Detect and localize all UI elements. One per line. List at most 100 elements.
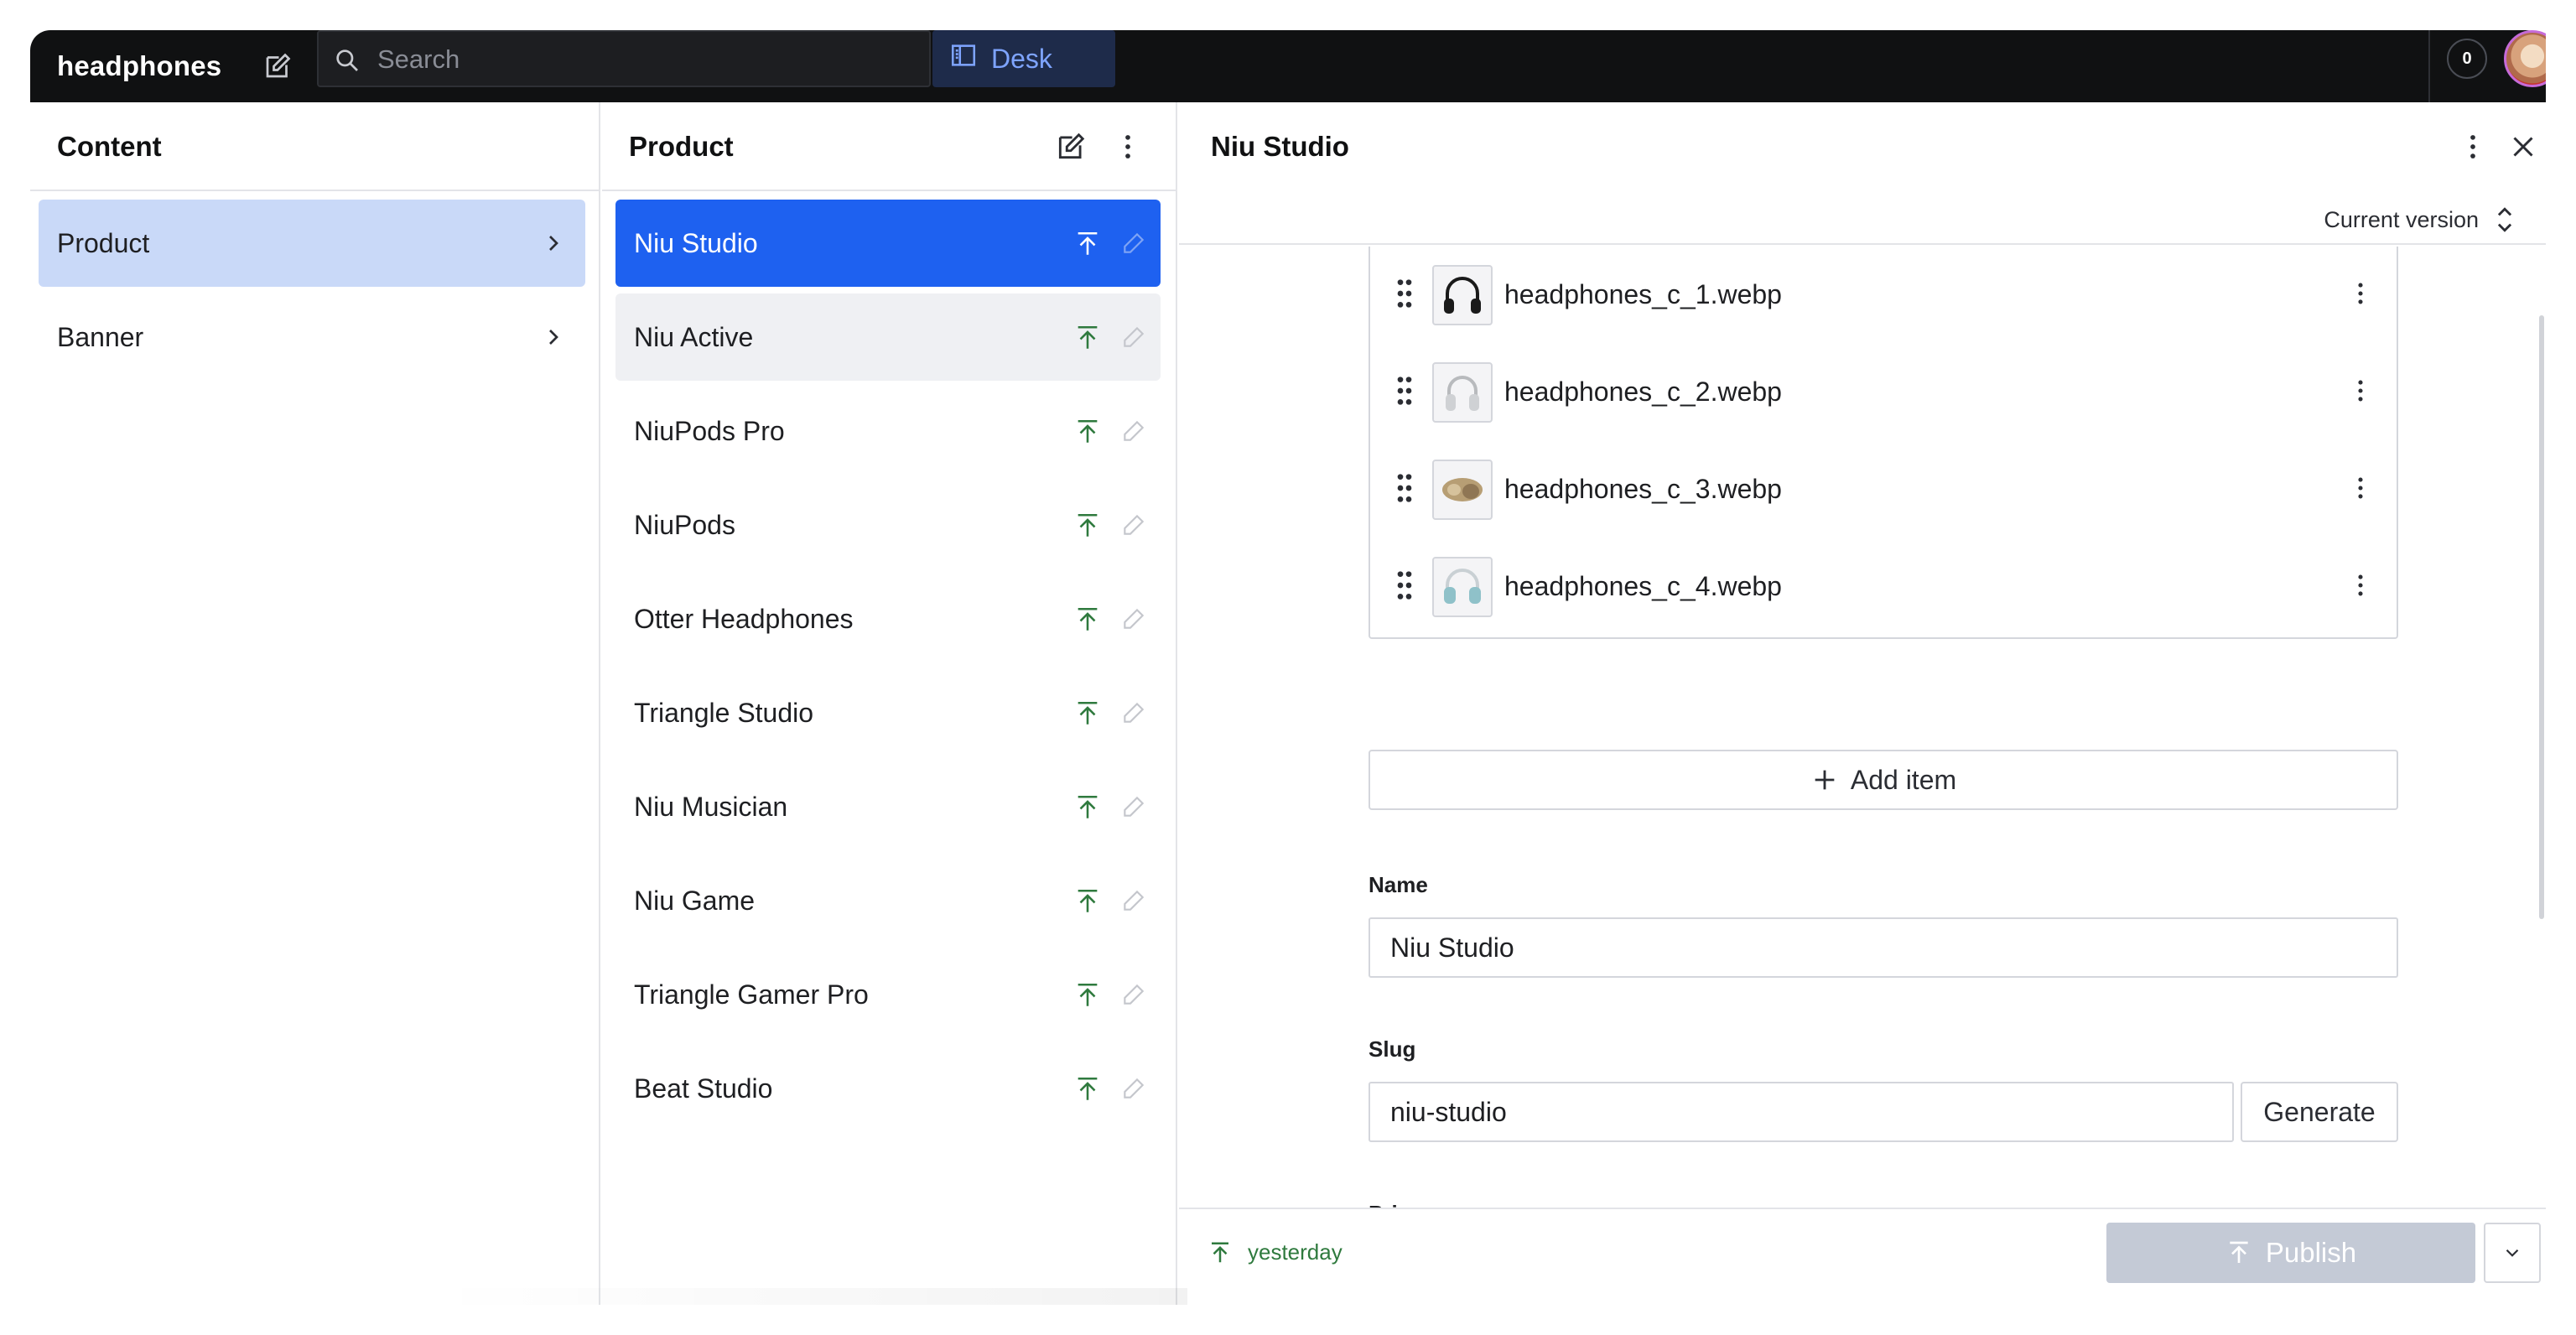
chevron-right-icon [549, 236, 558, 251]
plus-icon [1815, 770, 1835, 790]
image-filename: headphones_c_3.webp [1504, 474, 1782, 504]
published-icon [1078, 513, 1098, 537]
price-field-label: Price [1368, 1201, 1422, 1208]
chevron-up-down-icon [2497, 207, 2512, 232]
more-vertical-icon[interactable] [1104, 122, 1152, 171]
image-array-item[interactable]: headphones_c_4.webp [1370, 538, 2397, 634]
pane-title: Product [629, 131, 734, 162]
version-selector[interactable]: Current version [2324, 203, 2516, 236]
more-vertical-icon[interactable] [2346, 374, 2375, 408]
product-list-item[interactable]: Beat Studio [615, 1045, 1161, 1132]
compose-icon[interactable] [1046, 122, 1095, 171]
pencil-icon [1124, 1078, 1145, 1099]
add-item-button[interactable]: Add item [1368, 750, 2398, 810]
close-icon[interactable] [2499, 122, 2546, 171]
drag-handle-icon[interactable] [1390, 277, 1419, 310]
published-icon [1078, 231, 1098, 255]
image-filename: headphones_c_4.webp [1504, 571, 1782, 601]
published-icon [1078, 419, 1098, 443]
list-item-label: Niu Game [634, 885, 756, 916]
more-vertical-icon[interactable] [2346, 569, 2375, 602]
images-array-field: headphones_c_1.webp headphones_c_2.webphe… [1368, 247, 2398, 639]
published-icon [1212, 1242, 1228, 1262]
product-pane-header: Product [602, 102, 1176, 191]
product-list-item[interactable]: Triangle Gamer Pro [615, 951, 1161, 1038]
search-icon [330, 44, 364, 77]
pencil-icon [1124, 890, 1145, 911]
chevron-right-icon [549, 330, 558, 345]
document-form: headphones_c_1.webp headphones_c_2.webphe… [1179, 247, 2546, 1208]
list-item-label: Niu Studio [634, 227, 758, 258]
image-thumbnail [1432, 362, 1493, 423]
product-list-item[interactable]: Otter Headphones [615, 575, 1161, 662]
product-list-item[interactable]: Niu Studio [615, 200, 1161, 287]
desk-tool-button[interactable]: Desk [932, 30, 1115, 87]
published-icon [1078, 795, 1098, 818]
new-document-icon[interactable] [257, 45, 299, 87]
name-input[interactable]: Niu Studio [1368, 917, 2398, 978]
top-navbar: headphones Desk 0 [30, 30, 2546, 102]
image-filename: headphones_c_1.webp [1504, 279, 1782, 309]
image-array-item[interactable]: headphones_c_3.webp [1370, 441, 2397, 537]
list-item-label: Niu Musician [634, 791, 788, 822]
more-vertical-icon[interactable] [2346, 471, 2375, 505]
published-icon [1078, 1077, 1098, 1100]
product-list-item[interactable]: Triangle Studio [615, 669, 1161, 756]
desk-icon [949, 41, 978, 76]
pencil-icon [1124, 232, 1145, 253]
document-header: Niu Studio Current version [1179, 102, 2546, 245]
drag-handle-icon[interactable] [1390, 374, 1419, 408]
more-vertical-icon[interactable] [2449, 122, 2497, 171]
document-editor-pane: Niu Studio Current version headphones_c_… [1179, 102, 2546, 1305]
pencil-icon [1124, 326, 1145, 347]
published-icon [1078, 325, 1098, 349]
list-item-label: Product [57, 227, 150, 258]
image-filename: headphones_c_2.webp [1504, 377, 1782, 407]
product-list-item[interactable]: NiuPods [615, 481, 1161, 569]
slug-input[interactable]: niu-studio [1368, 1082, 2234, 1142]
chevron-down-icon [2506, 1249, 2519, 1257]
desk-label: Desk [991, 43, 1052, 74]
image-array-item[interactable]: headphones_c_2.webp [1370, 344, 2397, 439]
more-vertical-icon[interactable] [2346, 277, 2375, 310]
list-item-label: Otter Headphones [634, 603, 854, 634]
image-thumbnail [1432, 265, 1493, 325]
scrollbar-thumb[interactable] [2539, 315, 2544, 919]
published-icon [1078, 889, 1098, 912]
product-list-item[interactable]: NiuPods Pro [615, 387, 1161, 475]
image-thumbnail [1432, 460, 1493, 520]
pencil-icon [1124, 796, 1145, 817]
pane-title: Content [57, 131, 162, 162]
publish-button[interactable]: Publish [2106, 1223, 2475, 1283]
product-list-pane: Product Niu Studio Niu Active NiuPods Pro N… [602, 102, 1177, 1305]
published-icon [1078, 607, 1098, 631]
list-item-label: Beat Studio [634, 1073, 773, 1104]
drag-handle-icon[interactable] [1390, 569, 1419, 602]
bottom-shadow [433, 1288, 1187, 1305]
publish-icon [2230, 1241, 2248, 1263]
product-list-item[interactable]: Niu Game [615, 857, 1161, 944]
document-footer: yesterday Publish [1179, 1208, 2546, 1305]
product-list-item[interactable]: Niu Musician [615, 763, 1161, 850]
list-item-label: Banner [57, 321, 144, 352]
search-box[interactable] [317, 30, 931, 87]
product-list-item[interactable]: Niu Active [615, 293, 1161, 381]
list-item-label: Triangle Gamer Pro [634, 979, 869, 1010]
search-input[interactable] [377, 40, 914, 79]
user-avatar[interactable] [2504, 30, 2546, 87]
publish-label: Publish [2265, 1237, 2357, 1268]
document-title: Niu Studio [1211, 131, 1349, 162]
generate-slug-button[interactable]: Generate [2241, 1082, 2398, 1142]
drag-handle-icon[interactable] [1390, 471, 1419, 505]
notification-badge[interactable]: 0 [2447, 39, 2487, 79]
scrollbar[interactable] [2539, 247, 2544, 1208]
content-item-banner[interactable]: Banner [39, 293, 585, 381]
content-type-list: Product Banner [39, 200, 585, 387]
image-array-item[interactable]: headphones_c_1.webp [1370, 247, 2397, 342]
publish-menu-button[interactable] [2484, 1223, 2541, 1283]
version-label: Current version [2324, 206, 2479, 232]
pencil-icon [1124, 984, 1145, 1005]
content-item-product[interactable]: Product [39, 200, 585, 287]
workspace-name[interactable]: headphones [57, 30, 221, 102]
name-field-label: Name [1368, 872, 1428, 897]
